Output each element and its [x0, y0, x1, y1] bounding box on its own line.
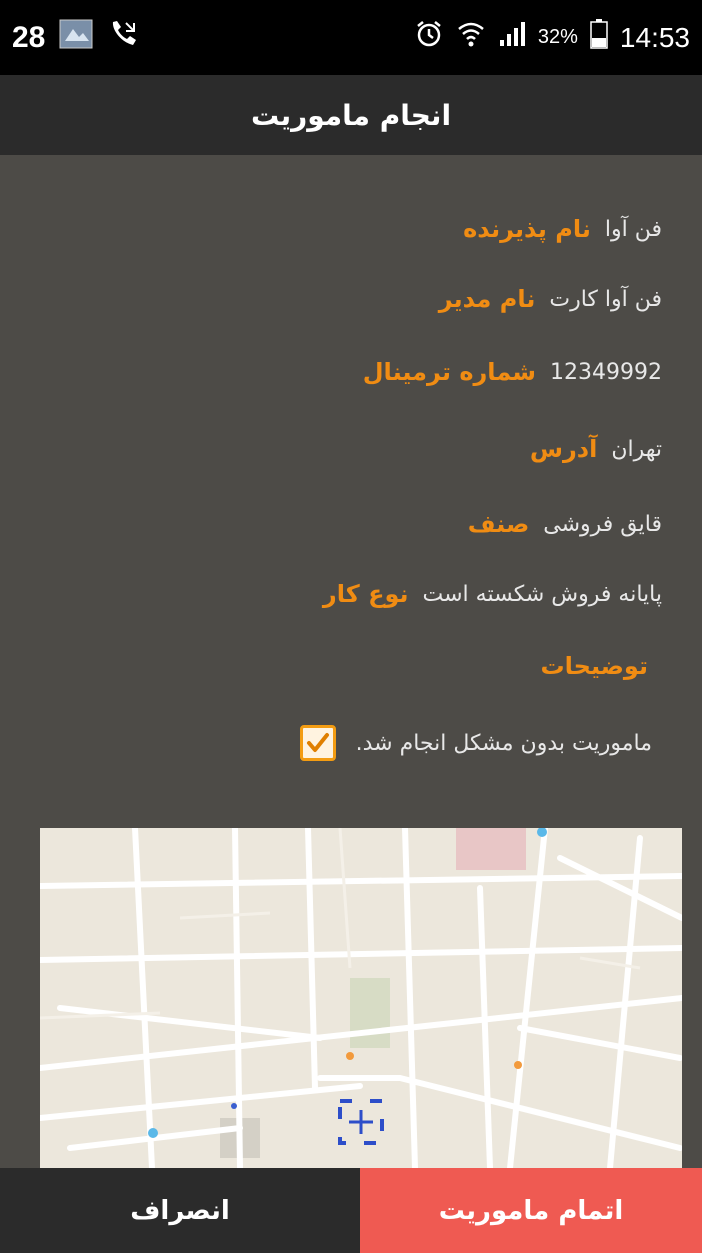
notification-count: 28: [12, 20, 46, 54]
checkmark-icon: [306, 733, 329, 752]
field-value: تهران: [611, 436, 662, 462]
mission-complete-checkbox[interactable]: [299, 725, 336, 761]
field-label: نوع کار: [322, 580, 409, 608]
field-row-address: آدرس تهران: [530, 435, 662, 463]
page-title: انجام ماموریت: [250, 98, 452, 132]
field-row-manager-name: نام مدیر فن آوا کارت: [439, 285, 662, 313]
missed-call-icon: [107, 18, 139, 58]
field-label: نام پذیرنده: [463, 215, 591, 243]
mission-complete-check-row[interactable]: ماموریت بدون مشکل انجام شد.: [299, 725, 652, 761]
field-value: فن آوا: [604, 216, 662, 242]
complete-mission-button[interactable]: اتمام ماموریت: [360, 1168, 702, 1253]
clock: 14:53: [619, 21, 690, 53]
cancel-button[interactable]: انصراف: [0, 1168, 360, 1253]
field-value: پایانه فروش شکسته است: [422, 581, 662, 607]
field-row-terminal-number: شماره ترمینال 12349992: [363, 358, 662, 386]
field-row-job-type: نوع کار پایانه فروش شکسته است: [323, 580, 662, 608]
bottom-action-bar: انصراف اتمام ماموریت: [0, 1168, 702, 1253]
field-label: آدرس: [529, 435, 598, 463]
wifi-icon: [456, 19, 486, 56]
field-row-merchant-name: نام پذیرنده فن آوا: [463, 215, 662, 243]
status-bar: 28 32% 14:53: [0, 0, 702, 75]
field-label: شماره ترمینال: [362, 358, 537, 386]
status-right: 32% 14:53: [414, 19, 690, 56]
image-notification-icon: [59, 19, 93, 57]
alarm-icon: [414, 19, 444, 56]
signal-icon: [498, 20, 526, 55]
checkbox-label: ماموریت بدون مشکل انجام شد.: [355, 730, 652, 756]
field-value: 12349992: [550, 359, 662, 385]
field-label: توضیحات: [540, 652, 648, 680]
app-bar: انجام ماموریت: [0, 75, 702, 155]
battery-icon: [590, 19, 608, 56]
field-row-category: صنف قایق فروشی: [468, 510, 662, 538]
mission-details: نام پذیرنده فن آوا نام مدیر فن آوا کارت …: [0, 155, 702, 1168]
location-map[interactable]: [40, 828, 682, 1168]
battery-percent: 32%: [537, 26, 578, 48]
field-value: قایق فروشی: [543, 511, 662, 537]
field-row-description: توضیحات: [541, 652, 662, 680]
field-value: فن آوا کارت: [549, 286, 662, 312]
field-label: صنف: [467, 510, 530, 538]
field-label: نام مدیر: [438, 285, 536, 313]
status-left: 28: [12, 18, 139, 58]
